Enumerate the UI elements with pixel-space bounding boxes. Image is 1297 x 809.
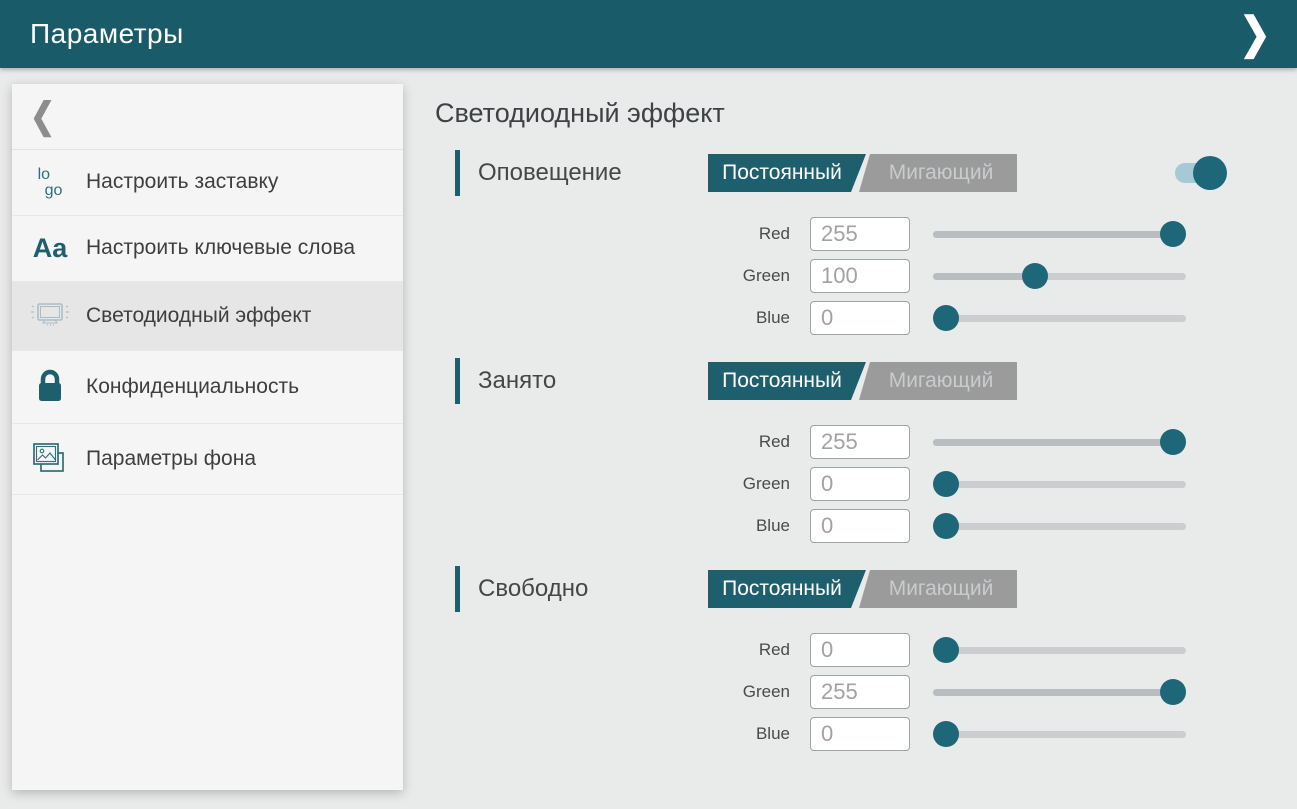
rgb-row-blue: Blue: [435, 717, 1227, 751]
slider-track: [933, 523, 1186, 530]
sidebar-item-label: Параметры фона: [86, 446, 256, 472]
green-value-input[interactable]: [810, 259, 910, 293]
channel-label: Blue: [435, 724, 790, 744]
channel-label: Green: [435, 474, 790, 494]
mode-solid-button[interactable]: Постоянный: [708, 154, 866, 192]
settings-sidebar: ❮ lo go Настроить заставку Aa Настроить …: [12, 84, 403, 790]
slider-track: [933, 481, 1186, 488]
sidebar-item-keywords[interactable]: Aa Настроить ключевые слова: [12, 216, 403, 282]
section-free: Свободно Постоянный Мигающий Red Green: [435, 565, 1227, 751]
rgb-row-green: Green: [435, 675, 1227, 709]
green-slider[interactable]: [933, 679, 1186, 705]
channel-label: Green: [435, 266, 790, 286]
blue-value-input[interactable]: [810, 301, 910, 335]
rgb-row-green: Green: [435, 259, 1227, 293]
slider-track: [933, 731, 1186, 738]
rgb-row-red: Red: [435, 425, 1227, 459]
section-alert: Оповещение Постоянный Мигающий Red Green: [435, 149, 1227, 335]
slider-fill: [933, 439, 1173, 446]
app-header: Параметры ❯: [0, 0, 1297, 68]
red-value-input[interactable]: [810, 425, 910, 459]
blue-value-input[interactable]: [810, 717, 910, 751]
red-slider[interactable]: [933, 221, 1186, 247]
blue-slider[interactable]: [933, 305, 1186, 331]
blue-slider[interactable]: [933, 513, 1186, 539]
sidebar-item-screensaver[interactable]: lo go Настроить заставку: [12, 150, 403, 216]
slider-fill: [933, 273, 1035, 280]
led-effect-panel: Светодиодный эффект Оповещение Постоянны…: [435, 84, 1227, 773]
sidebar-item-led-effect[interactable]: Светодиодный эффект: [12, 282, 403, 351]
green-value-input[interactable]: [810, 467, 910, 501]
aa-text-icon: Aa: [26, 233, 74, 264]
rgb-row-red: Red: [435, 217, 1227, 251]
section-name: Свободно: [478, 575, 588, 603]
slider-thumb[interactable]: [933, 471, 959, 497]
image-icon: [26, 441, 74, 477]
mode-blinking-button[interactable]: Мигающий: [855, 154, 1017, 192]
blue-slider[interactable]: [933, 721, 1186, 747]
section-name: Оповещение: [478, 159, 622, 187]
slider-track: [933, 647, 1186, 654]
slider-thumb[interactable]: [1160, 221, 1186, 247]
channel-label: Blue: [435, 308, 790, 328]
red-value-input[interactable]: [810, 633, 910, 667]
rgb-row-red: Red: [435, 633, 1227, 667]
section-enable-toggle[interactable]: [1175, 163, 1215, 183]
lock-icon: [26, 368, 74, 406]
sidebar-item-label: Настроить ключевые слова: [86, 235, 355, 261]
rgb-row-green: Green: [435, 467, 1227, 501]
channel-label: Red: [435, 640, 790, 660]
section-name: Занято: [478, 367, 556, 395]
rgb-row-blue: Blue: [435, 509, 1227, 543]
led-monitor-icon: [26, 299, 74, 333]
slider-thumb[interactable]: [933, 513, 959, 539]
sidebar-item-label: Настроить заставку: [86, 169, 278, 195]
sidebar-item-label: Светодиодный эффект: [86, 303, 311, 329]
channel-label: Green: [435, 682, 790, 702]
channel-label: Red: [435, 432, 790, 452]
panel-title: Светодиодный эффект: [435, 98, 1227, 129]
channel-label: Red: [435, 224, 790, 244]
mode-segmented-control: Постоянный Мигающий: [708, 154, 1017, 192]
rgb-row-blue: Blue: [435, 301, 1227, 335]
sidebar-back-button[interactable]: ❮: [12, 84, 403, 150]
slider-thumb[interactable]: [1160, 679, 1186, 705]
slider-track: [933, 315, 1186, 322]
slider-thumb[interactable]: [933, 305, 959, 331]
blue-value-input[interactable]: [810, 509, 910, 543]
sidebar-item-label: Конфиденциальность: [86, 374, 299, 400]
section-accent-bar: [455, 150, 460, 196]
mode-solid-button[interactable]: Постоянный: [708, 570, 866, 608]
mode-blinking-button[interactable]: Мигающий: [855, 570, 1017, 608]
slider-fill: [933, 689, 1173, 696]
section-accent-bar: [455, 566, 460, 612]
toggle-knob: [1193, 156, 1227, 190]
section-busy: Занято Постоянный Мигающий Red Green: [435, 357, 1227, 543]
mode-blinking-button[interactable]: Мигающий: [855, 362, 1017, 400]
green-value-input[interactable]: [810, 675, 910, 709]
red-value-input[interactable]: [810, 217, 910, 251]
page-title: Параметры: [30, 18, 184, 50]
forward-chevron-icon[interactable]: ❯: [1239, 12, 1271, 56]
slider-thumb[interactable]: [1160, 429, 1186, 455]
mode-solid-button[interactable]: Постоянный: [708, 362, 866, 400]
slider-thumb[interactable]: [933, 637, 959, 663]
red-slider[interactable]: [933, 429, 1186, 455]
channel-label: Blue: [435, 516, 790, 536]
slider-thumb[interactable]: [933, 721, 959, 747]
section-accent-bar: [455, 358, 460, 404]
mode-segmented-control: Постоянный Мигающий: [708, 570, 1017, 608]
mode-segmented-control: Постоянный Мигающий: [708, 362, 1017, 400]
logo-icon: lo go: [26, 167, 74, 197]
sidebar-item-background[interactable]: Параметры фона: [12, 424, 403, 495]
green-slider[interactable]: [933, 263, 1186, 289]
back-chevron-icon: ❮: [30, 96, 55, 138]
slider-thumb[interactable]: [1022, 263, 1048, 289]
sidebar-item-privacy[interactable]: Конфиденциальность: [12, 351, 403, 424]
red-slider[interactable]: [933, 637, 1186, 663]
slider-fill: [933, 231, 1173, 238]
green-slider[interactable]: [933, 471, 1186, 497]
